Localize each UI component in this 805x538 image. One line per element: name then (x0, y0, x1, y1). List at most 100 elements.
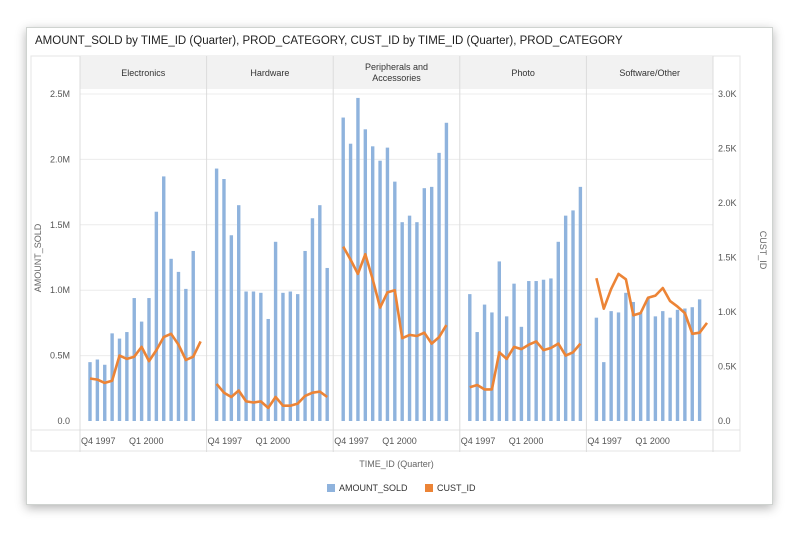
bar (237, 205, 241, 421)
x-tick-label: Q4 1997 (587, 436, 622, 446)
bar (616, 312, 621, 421)
bar (653, 316, 658, 421)
bar (512, 283, 516, 421)
bar (504, 316, 509, 421)
bar (571, 210, 575, 421)
bar (103, 364, 107, 421)
bar (229, 235, 234, 421)
bar (578, 186, 583, 421)
facet-header-label: Peripherals and Accessories (365, 62, 428, 83)
bar (646, 298, 650, 421)
facet-header-label: Electronics (121, 68, 166, 78)
bar (222, 179, 226, 421)
y-axis-title: AMOUNT_SOLD (33, 223, 43, 292)
facet-header-label: Photo (511, 68, 535, 78)
y-tick-label: 1.5M (50, 220, 70, 230)
bar (191, 250, 195, 421)
bar (318, 205, 322, 421)
bar (490, 312, 494, 421)
bar (609, 311, 613, 421)
bar (415, 222, 419, 421)
y-tick-label: 0.5M (50, 351, 70, 361)
bar (348, 143, 353, 422)
x-tick-label: Q1 2000 (635, 436, 670, 446)
bar (594, 317, 599, 421)
bar (697, 299, 702, 421)
x-axis-title: TIME_ID (Quarter) (359, 459, 434, 469)
bar (356, 97, 360, 421)
bar (556, 241, 560, 421)
bar (281, 292, 285, 421)
bar (602, 362, 606, 421)
bar (95, 359, 100, 421)
y-tick-label: 2.0M (50, 154, 70, 164)
bar (527, 281, 531, 421)
x-tick-label: Q4 1997 (208, 436, 243, 446)
bar (117, 338, 122, 421)
x-tick-label: Q1 2000 (509, 436, 544, 446)
bar (468, 294, 472, 421)
y-tick-label: 2.5M (50, 89, 70, 99)
x-tick-label: Q1 2000 (129, 436, 164, 446)
bar (162, 176, 166, 421)
legend-swatch-cust-id (425, 484, 433, 492)
x-tick-label: Q1 2000 (382, 436, 417, 446)
facet-header-label: Software/Other (619, 68, 680, 78)
bar (631, 301, 635, 421)
y2-tick-label: 0.5K (718, 362, 737, 372)
combo-chart: 0.0 0.5M 1.0M 1.5M 2.0M 2.5M 0.0 0.5K 1.0K 1.5K 2.… (30, 55, 768, 493)
y2-tick-label: 3.0K (718, 89, 737, 99)
y2-tick-label: 2.5K (718, 144, 737, 154)
bar (444, 122, 449, 421)
bar (497, 261, 501, 421)
bar (139, 321, 144, 421)
legend-label-amount-sold: AMOUNT_SOLD (339, 483, 408, 493)
x-tick-label: Q4 1997 (81, 436, 116, 446)
legend-label-cust-id: CUST_ID (437, 483, 476, 493)
y-tick-label: 0.0 (57, 416, 70, 426)
bar (169, 258, 173, 421)
bar (422, 188, 427, 421)
bar (638, 312, 643, 421)
bar (88, 362, 92, 421)
bar (400, 222, 404, 421)
facet-header-label: Hardware (250, 68, 289, 78)
bar (534, 281, 538, 421)
x-tick-label: Q4 1997 (461, 436, 496, 446)
y2-tick-label: 1.5K (718, 253, 737, 263)
y2-tick-label: 1.0K (718, 307, 737, 317)
bar (519, 326, 524, 421)
bar (273, 241, 278, 421)
bar (437, 152, 441, 422)
bar (690, 307, 694, 421)
bar (325, 267, 329, 421)
y2-tick-label: 0.0 (718, 416, 731, 426)
bar (407, 215, 412, 421)
y2-tick-label: 2.0K (718, 198, 737, 208)
legend-swatch-amount-sold (327, 484, 335, 492)
bar (341, 117, 345, 421)
bar (683, 308, 687, 421)
x-tick-label: Q4 1997 (334, 436, 369, 446)
bar (154, 211, 159, 421)
bar (624, 292, 628, 421)
bar (661, 311, 665, 421)
bar (310, 218, 315, 421)
bar (132, 298, 136, 421)
y2-axis-title: CUST_ID (758, 231, 768, 270)
bar (549, 278, 553, 421)
bar (475, 332, 479, 421)
bar (378, 160, 382, 421)
bar (563, 215, 568, 421)
bar (429, 186, 434, 421)
bar (668, 317, 672, 421)
bar (385, 147, 390, 422)
bar (482, 304, 487, 421)
bar (125, 332, 129, 421)
bar (288, 291, 293, 421)
bar (214, 168, 219, 421)
bar (675, 309, 680, 421)
bar (363, 129, 368, 422)
x-tick-label: Q1 2000 (256, 436, 291, 446)
y-tick-label: 1.0M (50, 285, 70, 295)
